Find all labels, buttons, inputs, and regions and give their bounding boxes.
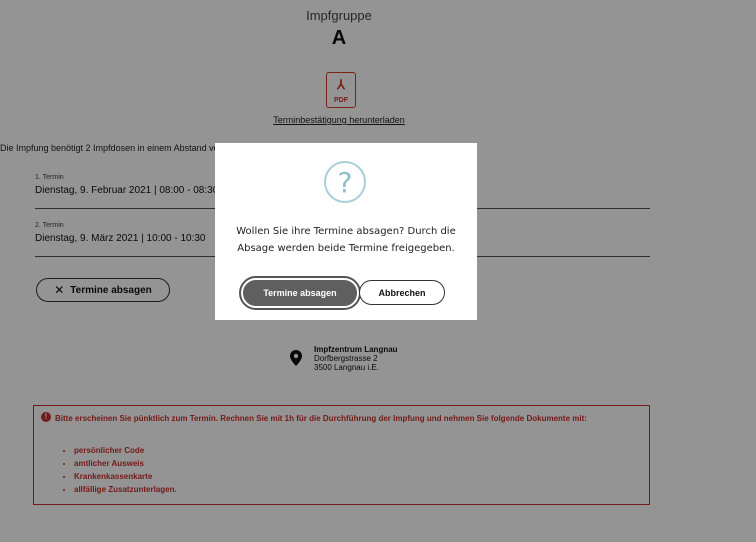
abort-button[interactable]: Abbrechen [359, 280, 445, 305]
confirm-cancel-dialog: ? Wollen Sie ihre Termine absagen? Durch… [215, 143, 477, 320]
dialog-message: Wollen Sie ihre Termine absagen? Durch d… [236, 226, 456, 254]
question-icon: ? [324, 161, 366, 203]
confirm-cancel-button[interactable]: Termine absagen [239, 276, 361, 310]
